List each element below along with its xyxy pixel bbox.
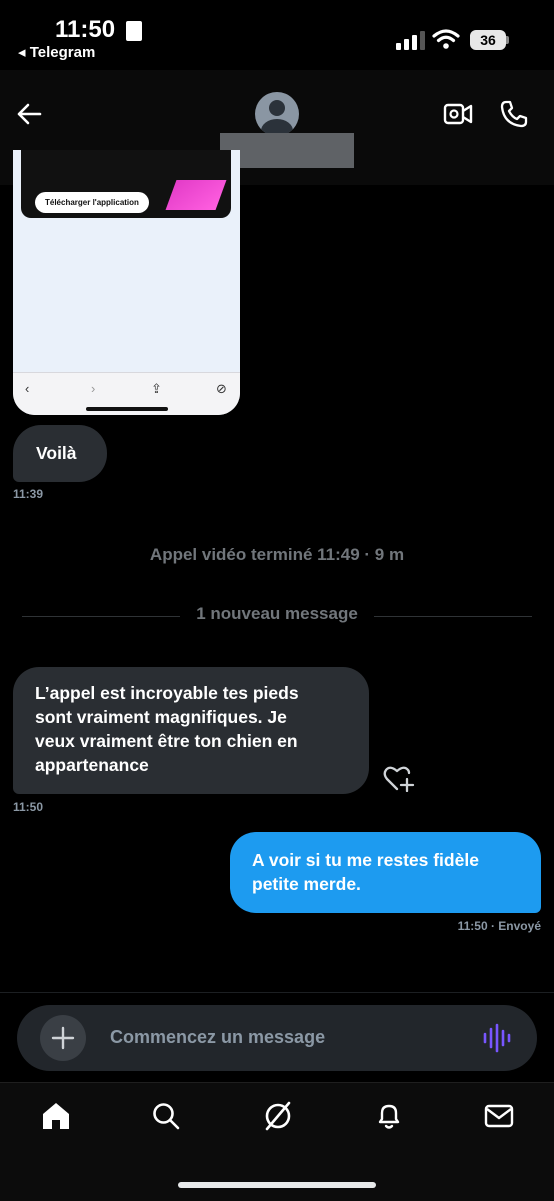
message-line: sont vraiment magnifiques. Je [35, 707, 287, 727]
download-app-button: Télécharger l'application [35, 192, 149, 213]
incoming-message-bubble[interactable]: L’appel est incroyable tes pieds sont vr… [13, 667, 369, 794]
home-indicator [178, 1182, 376, 1188]
message-line: veux vraiment être ton chien en [35, 731, 298, 751]
message-text: Voilà [36, 443, 77, 463]
status-time: 11:50 [55, 16, 116, 43]
message-line: A voir si tu me restes fidèle [252, 850, 479, 870]
message-line: L’appel est incroyable tes pieds [35, 683, 299, 703]
home-icon[interactable] [40, 1101, 72, 1131]
composer-top-border [0, 992, 554, 993]
divider-line-right [374, 616, 532, 617]
browser-share-icon: ⇪ [151, 381, 162, 396]
call-ended-notice: Appel vidéo terminé 11:49 · 9 m [149, 545, 405, 564]
new-message-divider: 1 nouveau message [196, 604, 358, 623]
message-timestamp: 11:39 [13, 487, 44, 501]
message-line: appartenance [35, 755, 149, 775]
phone-icon[interactable] [499, 99, 529, 129]
browser-compass-icon: ⊘ [216, 381, 227, 396]
message-timestamp: 11:50 [13, 800, 44, 814]
wifi-icon [432, 28, 460, 50]
browser-forward-icon: › [91, 381, 96, 396]
signal-icon [396, 30, 426, 50]
mail-icon[interactable] [484, 1103, 514, 1129]
voice-wave-icon[interactable] [482, 1023, 514, 1053]
message-input[interactable]: Commencez un message [110, 1027, 325, 1048]
outgoing-message-bubble[interactable]: A voir si tu me restes fidèle petite mer… [230, 832, 541, 913]
heart-plus-icon[interactable] [383, 764, 415, 792]
bell-icon[interactable] [374, 1101, 404, 1131]
message-line: petite merde. [252, 874, 361, 894]
divider-line-left [22, 616, 180, 617]
search-icon[interactable] [151, 1101, 181, 1131]
battery-tip [506, 36, 509, 44]
plus-icon[interactable] [40, 1015, 86, 1061]
screenshot-banner: Télécharger l'application [21, 150, 231, 218]
back-to-app-link[interactable]: ◂ Telegram [18, 43, 95, 61]
browser-back-icon: ‹ [25, 381, 30, 396]
arrow-left-icon[interactable] [15, 100, 43, 128]
shared-screenshot-image[interactable]: Télécharger l'application ‹ › ⇪ ⊘ [13, 150, 240, 415]
redacted-contact-name [220, 133, 354, 168]
avatar[interactable] [255, 92, 299, 136]
silent-book-icon [126, 21, 142, 41]
grok-icon[interactable] [262, 1100, 294, 1132]
battery-indicator: 36 [470, 30, 506, 50]
screenshot-home-indicator [86, 407, 168, 411]
message-status: 11:50 · Envoyé [457, 919, 541, 933]
incoming-message-bubble[interactable]: Voilà [13, 425, 107, 482]
video-camera-icon[interactable] [443, 100, 473, 128]
